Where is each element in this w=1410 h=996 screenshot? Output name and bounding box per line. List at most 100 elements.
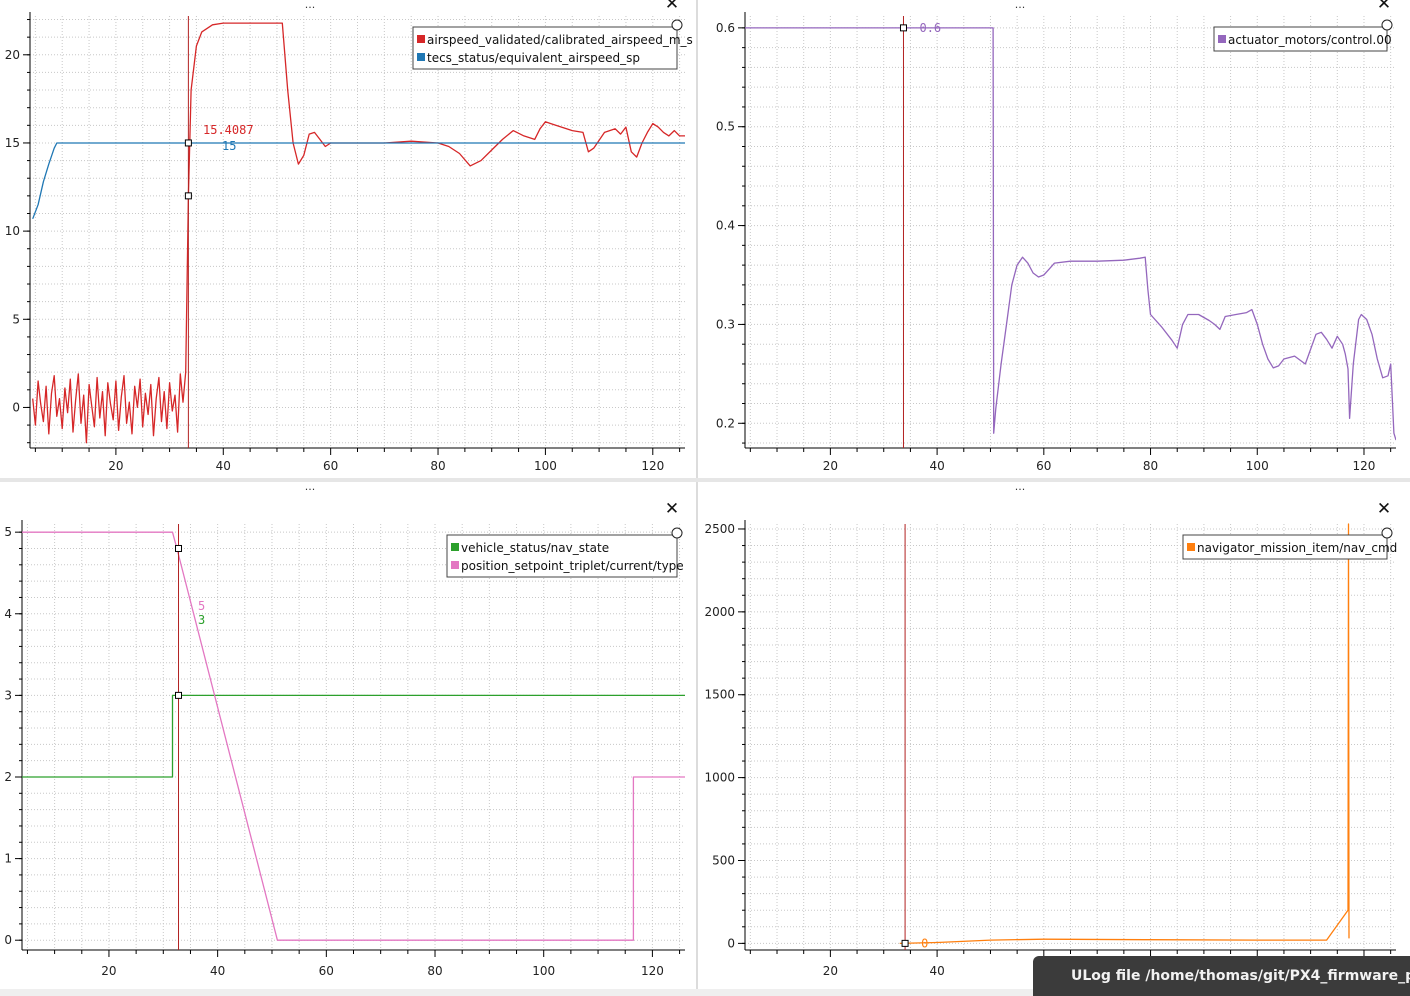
- legend-handle[interactable]: [1381, 527, 1393, 539]
- cursor-marker: [184, 139, 192, 147]
- y-tick-label: 3: [4, 688, 12, 702]
- series-group: [745, 27, 1396, 441]
- y-tick-label: 20: [5, 48, 20, 62]
- series-line: [745, 27, 1396, 441]
- legend[interactable]: actuator_motors/control.00: [1213, 26, 1392, 52]
- plot-panel-actuator[interactable]: 20 40 60 80 100 120 0.2 0.3 0.4 0.5 0.6 0.6... ✕ actu…: [698, 0, 1410, 478]
- x-tick-label: 20: [101, 964, 116, 978]
- y-tick-label: 2500: [704, 522, 735, 536]
- x-tick-label: 60: [319, 964, 334, 978]
- grid: [745, 16, 1396, 448]
- legend-swatch: [1187, 543, 1195, 551]
- cursor-marker: [175, 544, 183, 552]
- close-icon[interactable]: ✕: [665, 0, 679, 14]
- legend[interactable]: navigator_mission_item/nav_cmd: [1182, 534, 1397, 560]
- panel-title: ...: [305, 482, 316, 493]
- x-tick-label: 20: [108, 459, 123, 473]
- legend-entry-label: airspeed_validated/calibrated_airspeed_m…: [427, 33, 693, 47]
- y-tick-label: 500: [712, 853, 735, 867]
- legend-handle[interactable]: [671, 527, 683, 539]
- y-tick-label: 10: [5, 224, 20, 238]
- y-tick-label: 0: [727, 936, 735, 950]
- x-tick-label: 80: [1143, 459, 1158, 473]
- legend[interactable]: airspeed_validated/calibrated_airspeed_m…: [412, 26, 693, 70]
- x-tick-label: 100: [1246, 459, 1269, 473]
- x-tick-label: 120: [1353, 459, 1376, 473]
- y-tick-label: 4: [4, 607, 12, 621]
- legend-swatch: [451, 543, 459, 551]
- y-tick-label: 2: [4, 770, 12, 784]
- x-tick-label: 20: [823, 459, 838, 473]
- legend-entry-label: vehicle_status/nav_state: [461, 541, 609, 555]
- plot-panel-airspeed[interactable]: 20 40 60 80 100 120 0 5 10 15 20 15.4087 15... ✕ airsp…: [0, 0, 696, 478]
- x-ticks: 20 40 60 80 100 120: [26, 950, 681, 978]
- legend-entry-label: tecs_status/equivalent_airspeed_sp: [427, 51, 640, 65]
- legend-entry-label: navigator_mission_item/nav_cmd: [1197, 541, 1397, 555]
- y-ticks: 0 5 10 15 20: [5, 19, 30, 444]
- close-icon[interactable]: ✕: [1377, 499, 1391, 519]
- series-line: [32, 22, 685, 444]
- x-tick-label: 40: [929, 459, 944, 473]
- y-tick-label: 0: [4, 933, 12, 947]
- x-tick-label: 80: [430, 459, 445, 473]
- legend-entry-label: position_setpoint_triplet/current/type: [461, 559, 684, 573]
- cursor-value-label: 3: [198, 613, 205, 627]
- legend-swatch: [417, 53, 425, 61]
- x-tick-label: 120: [641, 964, 664, 978]
- series-group: [32, 22, 685, 444]
- vertical-splitter[interactable]: [696, 0, 698, 989]
- legend[interactable]: vehicle_status/nav_state position_setpoin…: [446, 534, 684, 578]
- y-tick-label: 0.4: [716, 219, 735, 233]
- y-tick-label: 5: [4, 525, 12, 539]
- x-ticks: 20 40 60 80 100 120: [34, 448, 681, 473]
- y-tick-label: 0.6: [716, 21, 735, 35]
- y-tick-label: 0.3: [716, 317, 735, 331]
- legend-entry-label: actuator_motors/control.00: [1228, 33, 1392, 47]
- x-ticks: 20 40 60 80 100 120: [749, 448, 1392, 473]
- legend-swatch: [417, 35, 425, 43]
- x-tick-label: 20: [823, 964, 838, 978]
- legend-swatch: [451, 561, 459, 569]
- cursor-value-label: 15.4087: [203, 123, 254, 137]
- legend-handle[interactable]: [1381, 19, 1393, 31]
- cursor-value-label: 5: [198, 599, 205, 613]
- y-tick-label: 0.5: [716, 120, 735, 134]
- y-tick-label: 1000: [704, 771, 735, 785]
- close-icon[interactable]: ✕: [665, 499, 679, 519]
- y-tick-label: 2000: [704, 605, 735, 619]
- x-tick-label: 120: [641, 459, 664, 473]
- close-icon[interactable]: ✕: [1377, 0, 1391, 14]
- cursor-marker: [901, 939, 909, 947]
- y-tick-label: 1: [4, 852, 12, 866]
- cursor-value-label: 0.6: [919, 21, 941, 35]
- y-tick-label: 0.2: [716, 416, 735, 430]
- y-ticks: 0 500 1000 1500 2000 2500: [704, 522, 745, 950]
- horizontal-splitter[interactable]: [0, 478, 1410, 482]
- series-line: [899, 523, 1350, 945]
- cursor-marker: [899, 24, 907, 32]
- status-message: ULog file /home/thomas/git/PX4_firmware_…: [1071, 968, 1410, 984]
- y-ticks: 0.2 0.3 0.4 0.5 0.6: [716, 21, 745, 444]
- y-tick-label: 1500: [704, 688, 735, 702]
- panel-title: ...: [1015, 0, 1026, 11]
- x-tick-label: 40: [210, 964, 225, 978]
- x-tick-label: 100: [532, 964, 555, 978]
- y-tick-label: 15: [5, 136, 20, 150]
- legend-swatch: [1218, 35, 1226, 43]
- y-tick-label: 0: [12, 400, 20, 414]
- x-tick-label: 60: [1036, 459, 1051, 473]
- cursor-marker: [175, 691, 183, 699]
- x-tick-label: 80: [427, 964, 442, 978]
- plot-panel-nav-state[interactable]: 20 40 60 80 100 120 0 1 2 3 4 5 3 5... ✕ vehicle_status…: [0, 482, 696, 989]
- x-tick-label: 100: [534, 459, 557, 473]
- x-tick-label: 40: [216, 459, 231, 473]
- x-tick-label: 40: [929, 964, 944, 978]
- plot-svg: 20 40 60 80 100 120 0 5 10 15 20 15.4087 15... ✕ airsp…: [5, 0, 693, 473]
- legend-handle[interactable]: [671, 19, 683, 31]
- cursor-marker: [184, 192, 192, 200]
- grid: [30, 16, 685, 448]
- plot-panel-mission-item[interactable]: 20406080100120050010001500200025000...✕n…: [698, 482, 1410, 989]
- series-line: [32, 142, 685, 220]
- y-tick-label: 5: [12, 312, 20, 326]
- panel-title: ...: [305, 0, 316, 11]
